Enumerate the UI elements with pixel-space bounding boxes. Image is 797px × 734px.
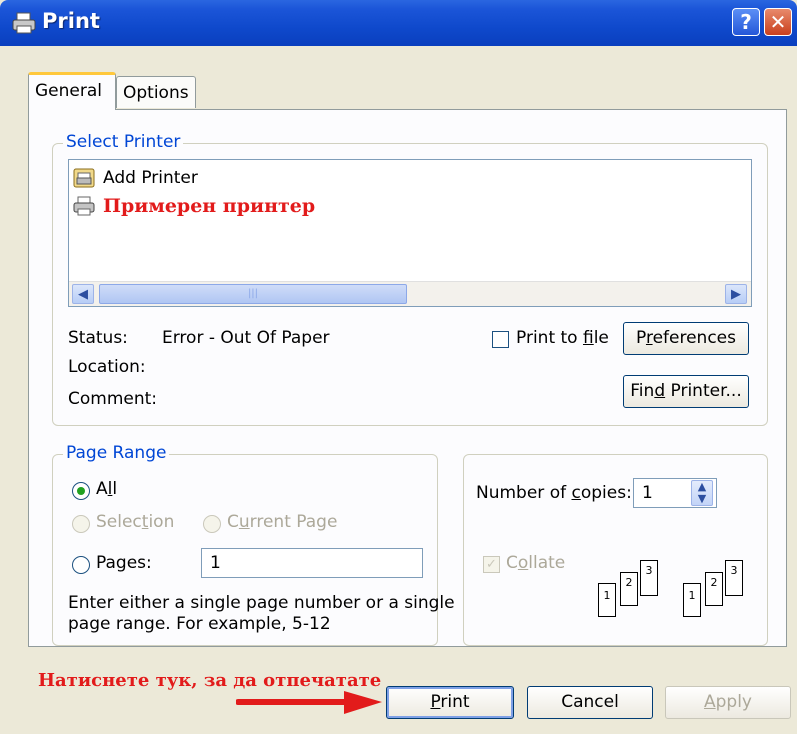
collate-page-1: 1 <box>683 583 701 617</box>
selection-radio[interactable] <box>72 515 90 533</box>
add-printer-icon <box>73 168 95 188</box>
print-to-file-checkbox[interactable] <box>492 331 509 348</box>
add-printer-label: Add Printer <box>103 168 198 188</box>
horizontal-scrollbar[interactable]: ◀ ||| ▶ <box>69 281 751 306</box>
preferences-button[interactable]: Preferences <box>623 322 749 355</box>
printer-icon <box>12 12 36 34</box>
cancel-button[interactable]: Cancel <box>527 686 653 719</box>
status-value: Error - Out Of Paper <box>162 328 330 348</box>
collate-page-3: 3 <box>725 560 743 596</box>
arrow-icon <box>236 691 382 714</box>
collate-page-3: 3 <box>640 560 658 596</box>
pages-input[interactable]: 1 <box>201 548 423 578</box>
collate-page-2: 2 <box>620 572 638 606</box>
all-radio[interactable] <box>72 482 90 500</box>
find-printer-button[interactable]: Find Printer... <box>623 375 749 408</box>
tab-options[interactable]: Options <box>116 76 196 108</box>
comment-label: Comment: <box>68 389 158 409</box>
selection-label: Selection <box>96 512 175 532</box>
close-button[interactable]: ✕ <box>764 8 792 36</box>
all-label[interactable]: All <box>96 479 117 499</box>
location-label: Location: <box>68 357 146 377</box>
scroll-right-icon[interactable]: ▶ <box>725 284 747 304</box>
collate-label: Collate <box>506 553 566 573</box>
window-title: Print <box>42 9 100 33</box>
current-page-radio[interactable] <box>203 515 221 533</box>
print-to-file-label[interactable]: Print to file <box>516 328 609 348</box>
title-bar[interactable]: Print ? ✕ <box>0 0 797 46</box>
number-of-copies-label: Number of copies: <box>476 483 632 503</box>
apply-button[interactable]: Apply <box>665 686 791 719</box>
collate-page-2: 2 <box>705 572 723 606</box>
printer-icon <box>73 196 95 216</box>
page-range-legend: Page Range <box>63 443 170 463</box>
status-label: Status: <box>68 328 128 348</box>
sample-printer-label: Примерен принтер <box>103 195 316 217</box>
pages-radio[interactable] <box>72 556 90 574</box>
help-button[interactable]: ? <box>732 8 760 36</box>
pages-label[interactable]: Pages: <box>96 553 152 573</box>
scroll-thumb[interactable]: ||| <box>99 284 407 304</box>
page-range-hint-line1: Enter either a single page number or a s… <box>68 593 455 613</box>
collate-page-1: 1 <box>598 583 616 617</box>
print-button[interactable]: Print <box>386 686 514 719</box>
tab-general[interactable]: General <box>28 72 116 110</box>
select-printer-legend: Select Printer <box>63 132 184 152</box>
current-page-label: Current Page <box>227 512 338 532</box>
copies-spinner-icon[interactable]: ▲ ▼ <box>691 480 713 506</box>
collate-checkbox[interactable]: ✓ <box>483 556 500 573</box>
scroll-left-icon[interactable]: ◀ <box>72 284 94 304</box>
printer-list[interactable]: Add Printer Примерен принтер ◀ ||| ▶ <box>68 159 752 307</box>
page-range-hint-line2: page range. For example, 5-12 <box>68 614 331 634</box>
